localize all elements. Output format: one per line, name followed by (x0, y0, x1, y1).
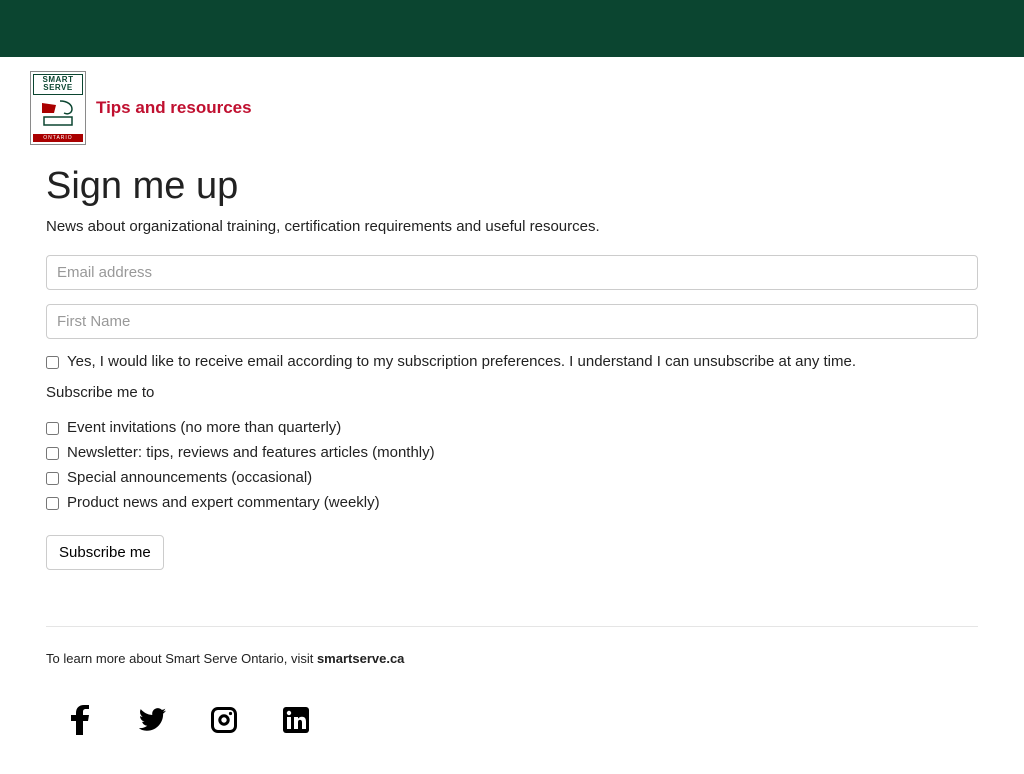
logo-graphic (33, 95, 83, 134)
divider (46, 626, 978, 627)
option-label: Newsletter: tips, reviews and features a… (67, 444, 435, 461)
footer-link[interactable]: smartserve.ca (317, 651, 404, 666)
instagram-icon[interactable] (210, 706, 238, 734)
page-title: Sign me up (46, 165, 978, 208)
option-checkbox[interactable] (46, 497, 59, 510)
option-product-news[interactable]: Product news and expert commentary (week… (46, 494, 978, 511)
logo-text: SMART SERVE (33, 74, 83, 95)
logo: SMART SERVE ONTARIO (30, 71, 86, 145)
subscribe-section-label: Subscribe me to (46, 384, 978, 401)
option-label: Event invitations (no more than quarterl… (67, 419, 341, 436)
top-banner (0, 0, 1024, 57)
logo-footer-text: ONTARIO (33, 134, 83, 142)
option-checkbox[interactable] (46, 422, 59, 435)
consent-row[interactable]: Yes, I would like to receive email accor… (46, 353, 978, 370)
option-label: Product news and expert commentary (week… (67, 494, 380, 511)
option-event-invitations[interactable]: Event invitations (no more than quarterl… (46, 419, 978, 436)
option-checkbox[interactable] (46, 447, 59, 460)
logo-line2: SERVE (34, 84, 82, 92)
consent-checkbox[interactable] (46, 356, 59, 369)
facebook-icon[interactable] (66, 706, 94, 734)
consent-label: Yes, I would like to receive email accor… (67, 353, 856, 370)
subscribe-options: Event invitations (no more than quarterl… (46, 419, 978, 511)
social-row (46, 706, 978, 734)
linkedin-icon[interactable] (282, 706, 310, 734)
header: SMART SERVE ONTARIO Tips and resources (0, 57, 1024, 145)
footer-text: To learn more about Smart Serve Ontario,… (46, 651, 978, 666)
page-subtitle: News about organizational training, cert… (46, 218, 978, 235)
option-checkbox[interactable] (46, 472, 59, 485)
option-newsletter[interactable]: Newsletter: tips, reviews and features a… (46, 444, 978, 461)
option-special-announcements[interactable]: Special announcements (occasional) (46, 469, 978, 486)
twitter-icon[interactable] (138, 706, 166, 734)
subscribe-button[interactable]: Subscribe me (46, 535, 164, 570)
firstname-field[interactable] (46, 304, 978, 339)
option-label: Special announcements (occasional) (67, 469, 312, 486)
main-content: Sign me up News about organizational tra… (0, 145, 1024, 774)
footer-prefix: To learn more about Smart Serve Ontario,… (46, 651, 317, 666)
header-title: Tips and resources (96, 98, 252, 118)
email-field[interactable] (46, 255, 978, 290)
